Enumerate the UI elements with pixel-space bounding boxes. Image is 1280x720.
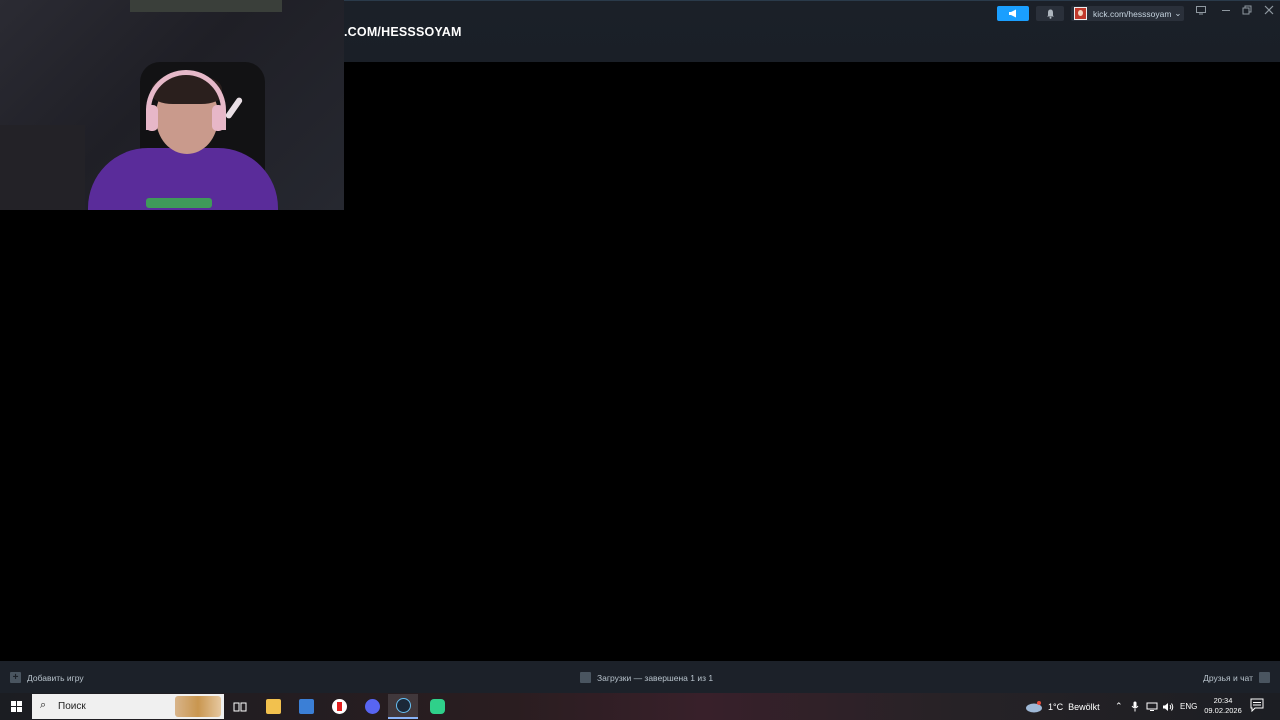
webcam-overlay — [0, 0, 344, 210]
yandex-browser-button[interactable] — [324, 694, 354, 719]
calculator-icon — [298, 699, 314, 714]
action-center-button[interactable] — [1250, 698, 1266, 714]
webcam-background-poster — [130, 0, 282, 12]
steam-button[interactable] — [388, 694, 418, 719]
language-label: ENG — [1180, 702, 1198, 711]
friends-chat-label: Друзья и чат — [1203, 672, 1253, 683]
notification-icon — [1250, 698, 1264, 713]
webcam-background-wall — [0, 125, 85, 210]
cloud-icon — [1026, 700, 1042, 712]
big-picture-button[interactable] — [1194, 5, 1208, 19]
volume-tray[interactable] — [1162, 693, 1174, 720]
webcam-shirt-logo — [146, 198, 212, 208]
chevron-up-icon: ⌃ — [1115, 701, 1123, 711]
downloads-label: Загрузки — завершена 1 из 1 — [597, 672, 714, 683]
close-button[interactable] — [1262, 5, 1276, 19]
download-icon — [580, 672, 591, 683]
steam-icon — [395, 698, 411, 713]
task-view-icon — [233, 702, 247, 711]
minimize-icon — [1222, 10, 1230, 11]
green-app-button[interactable] — [422, 694, 452, 719]
calculator-button[interactable] — [291, 694, 321, 719]
start-button[interactable] — [0, 693, 32, 720]
microphone-tray[interactable] — [1131, 693, 1139, 720]
windows-taskbar: ⌕ Поиск 1°C Bewölkt ⌃ ENG 20:34 09.02.20… — [0, 693, 1280, 720]
network-icon — [1146, 702, 1158, 711]
chevron-down-icon: ⌄ — [1174, 8, 1182, 18]
discord-icon — [364, 699, 380, 714]
discord-button[interactable] — [357, 694, 387, 719]
notifications-button[interactable] — [1036, 6, 1064, 21]
downloads-status-button[interactable]: Загрузки — завершена 1 из 1 — [580, 672, 713, 683]
browser-content-area[interactable] — [344, 62, 1280, 661]
steam-bottom-bar: + Добавить игру Загрузки — завершена 1 и… — [0, 661, 1280, 693]
page-url-title: .COM/HESSSOYAM — [344, 25, 462, 39]
add-game-button[interactable]: + Добавить игру — [10, 672, 84, 683]
folder-icon — [265, 699, 281, 714]
microphone-icon — [1131, 701, 1139, 712]
yandex-icon — [331, 699, 347, 714]
search-icon: ⌕ — [40, 699, 47, 711]
windows-logo-icon — [10, 701, 22, 712]
app-green-icon — [429, 699, 445, 714]
clock-date: 09.02.2026 — [1204, 706, 1242, 715]
avatar — [1074, 7, 1087, 20]
announcements-button[interactable] — [997, 6, 1029, 21]
file-explorer-button[interactable] — [258, 694, 288, 719]
clock-time: 20:34 — [1213, 696, 1233, 705]
friends-chat-button[interactable]: Друзья и чат — [1203, 672, 1270, 683]
close-icon — [1264, 5, 1274, 15]
account-name: kick.com/hesssoyam — [1093, 8, 1172, 19]
minimize-button[interactable] — [1219, 5, 1233, 19]
network-tray[interactable] — [1146, 693, 1158, 720]
taskbar-search[interactable]: ⌕ Поиск — [32, 694, 224, 719]
taskbar-clock[interactable]: 20:34 09.02.2026 — [1200, 696, 1246, 716]
add-game-label: Добавить игру — [27, 672, 84, 683]
task-view-button[interactable] — [225, 694, 255, 719]
search-highlight-image — [175, 696, 221, 717]
bell-icon — [1046, 9, 1054, 19]
account-menu-button[interactable]: kick.com/hesssoyam ⌄ — [1071, 6, 1184, 21]
language-indicator[interactable]: ENG — [1180, 693, 1197, 720]
speaker-icon — [1163, 702, 1174, 711]
weather-widget[interactable]: 1°C Bewölkt — [1025, 693, 1100, 720]
search-placeholder: Поиск — [58, 701, 86, 712]
weather-temperature: 1°C — [1048, 701, 1064, 712]
webcam-headset-ear-right — [212, 105, 224, 131]
monitor-icon — [1196, 6, 1206, 15]
webcam-headset-ear-left — [146, 105, 158, 131]
chat-icon — [1259, 672, 1270, 683]
restore-button[interactable] — [1240, 5, 1254, 19]
show-hidden-icons-button[interactable]: ⌃ — [1115, 693, 1123, 720]
megaphone-icon — [1009, 9, 1016, 18]
restore-icon — [1242, 5, 1252, 15]
plus-icon: + — [10, 672, 21, 683]
weather-description: Bewölkt — [1068, 701, 1100, 712]
